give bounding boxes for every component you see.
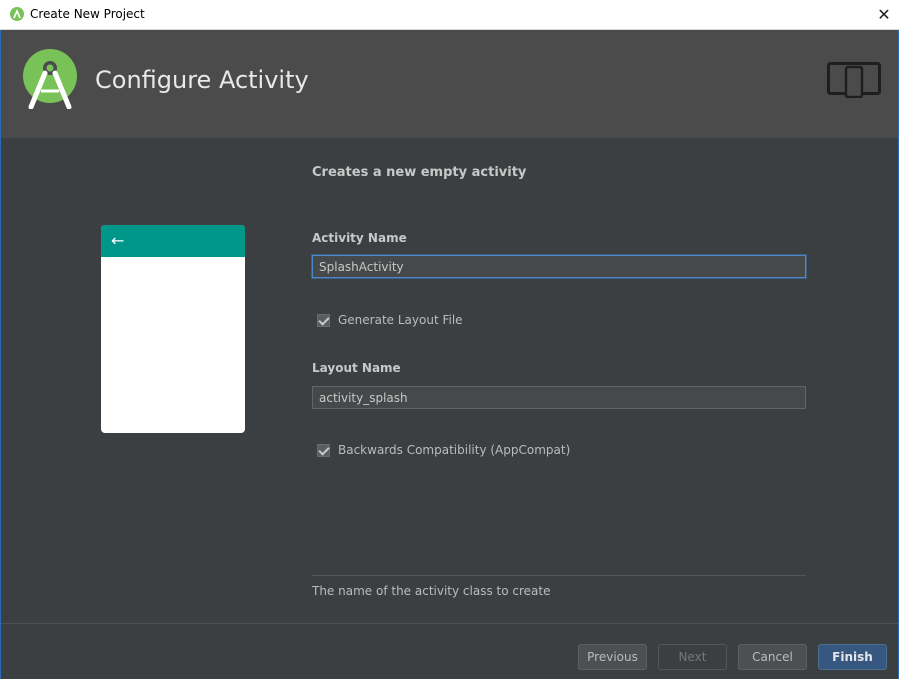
- layout-name-input[interactable]: [312, 386, 806, 409]
- dialog-content: ← Creates a new empty activity Activity …: [1, 138, 898, 623]
- page-title: Configure Activity: [95, 66, 309, 94]
- backwards-compat-option[interactable]: Backwards Compatibility (AppCompat): [317, 442, 570, 458]
- cancel-button[interactable]: Cancel: [738, 644, 807, 670]
- template-description: Creates a new empty activity: [312, 165, 527, 180]
- activity-name-input[interactable]: [312, 255, 806, 278]
- previous-button[interactable]: Previous: [578, 644, 647, 670]
- preview-toolbar: ←: [101, 225, 245, 257]
- backwards-compat-checkbox[interactable]: [317, 443, 330, 457]
- activity-preview: ←: [101, 225, 245, 433]
- divider: [312, 575, 806, 576]
- generate-layout-option[interactable]: Generate Layout File: [317, 312, 463, 328]
- dialog-header: Configure Activity: [1, 30, 898, 138]
- window-title: Create New Project: [30, 7, 145, 21]
- dialog-footer: Previous Next Cancel Finish: [1, 623, 898, 679]
- android-studio-icon: [10, 7, 24, 21]
- finish-button[interactable]: Finish: [818, 644, 887, 670]
- title-bar: Create New Project ✕: [0, 0, 899, 30]
- generate-layout-label: Generate Layout File: [338, 313, 463, 327]
- device-tablet-phone-icon: [827, 62, 881, 98]
- backwards-compat-label: Backwards Compatibility (AppCompat): [338, 443, 571, 457]
- activity-name-label: Activity Name: [312, 231, 407, 245]
- close-button[interactable]: ✕: [869, 0, 899, 29]
- dialog-window: Configure Activity ← Creates a new empty…: [0, 30, 899, 679]
- close-icon: ✕: [877, 5, 891, 24]
- generate-layout-checkbox[interactable]: [317, 313, 330, 327]
- arrow-left-icon: ←: [111, 231, 125, 250]
- android-studio-icon: [23, 49, 77, 109]
- layout-name-label: Layout Name: [312, 361, 401, 375]
- next-button[interactable]: Next: [658, 644, 727, 670]
- field-hint: The name of the activity class to create: [312, 584, 551, 598]
